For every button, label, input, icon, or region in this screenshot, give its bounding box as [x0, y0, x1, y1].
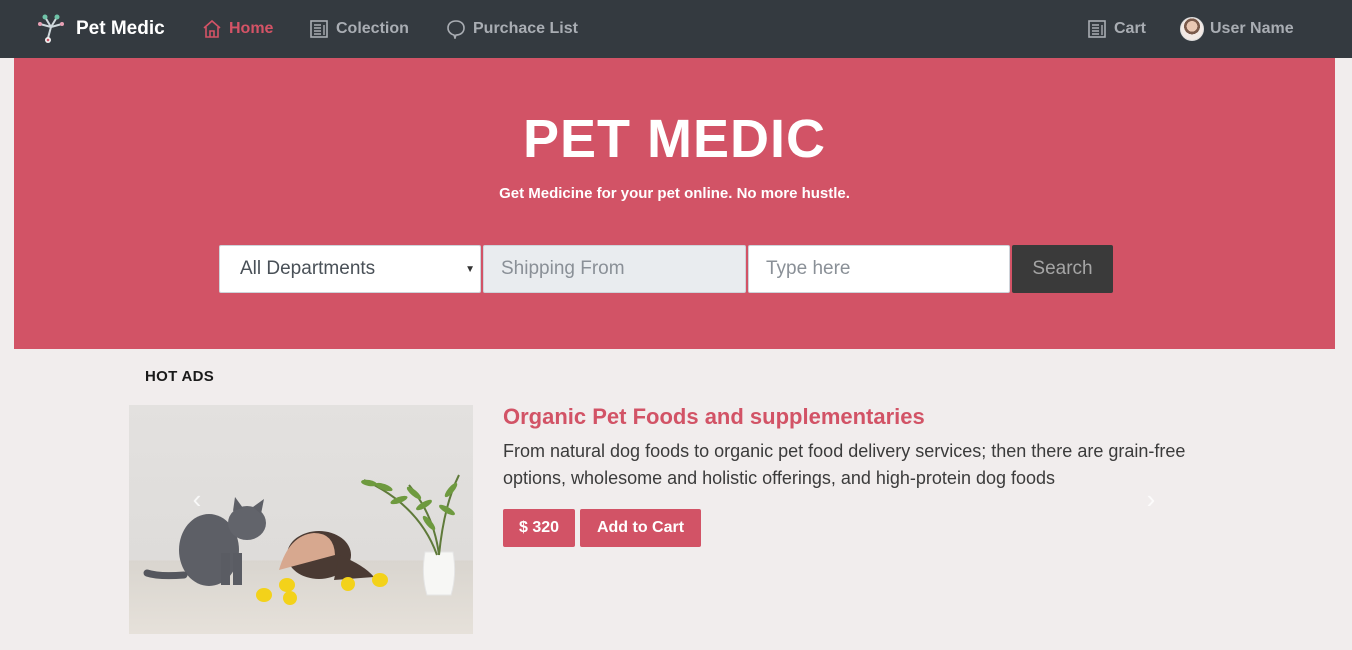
- nav-colection[interactable]: Colection: [309, 17, 409, 41]
- ad-title[interactable]: Organic Pet Foods and supplementaries: [503, 404, 925, 430]
- brand-name: Pet Medic: [76, 18, 165, 39]
- nav-cart-label: Cart: [1114, 20, 1147, 37]
- nav-home-label: Home: [229, 20, 274, 37]
- nav-purchace-list[interactable]: Purchace List: [446, 17, 578, 41]
- ad-description: From natural dog foods to organic pet fo…: [503, 441, 1186, 488]
- nav-purchace-list-label: Purchace List: [473, 20, 578, 37]
- search-button[interactable]: Search: [1012, 245, 1113, 293]
- avatar: [1180, 17, 1204, 41]
- hero-title: PET MEDIC: [522, 109, 827, 169]
- hero-subtitle: Get Medicine for your pet online. No mor…: [499, 185, 850, 202]
- user-name: User Name: [1210, 20, 1294, 37]
- caret-down-icon: ▼: [465, 264, 475, 275]
- shipping-from-input[interactable]: Shipping From: [483, 245, 746, 293]
- department-select[interactable]: All Departments ▼: [219, 245, 481, 293]
- department-select-value: All Departments: [240, 258, 376, 279]
- shipping-from-placeholder: Shipping From: [501, 258, 625, 279]
- carousel-prev-icon[interactable]: ‹: [187, 484, 207, 514]
- top-navbar: Pet Medic Home Colection Purchace List C…: [0, 0, 1352, 58]
- nav-cart[interactable]: Cart: [1087, 17, 1146, 41]
- search-input-placeholder: Type here: [766, 258, 851, 279]
- home-icon: [202, 19, 222, 39]
- nav-colection-label: Colection: [336, 20, 409, 37]
- hero-banner: PET MEDIC Get Medicine for your pet onli…: [14, 58, 1335, 349]
- search-input[interactable]: Type here: [748, 245, 1010, 293]
- paw-logo-icon: [36, 13, 66, 45]
- price-badge: $ 320: [503, 509, 575, 547]
- cart-document-icon: [1087, 19, 1107, 39]
- document-icon: [309, 19, 329, 39]
- user-menu[interactable]: User Name: [1180, 17, 1294, 41]
- hot-ads-heading: HOT ADS: [145, 368, 215, 385]
- nav-home[interactable]: Home: [202, 17, 273, 41]
- chat-bubble-icon: [446, 19, 466, 41]
- add-to-cart-button[interactable]: Add to Cart: [580, 509, 701, 547]
- brand[interactable]: Pet Medic: [36, 12, 165, 46]
- ad-image: [129, 405, 473, 634]
